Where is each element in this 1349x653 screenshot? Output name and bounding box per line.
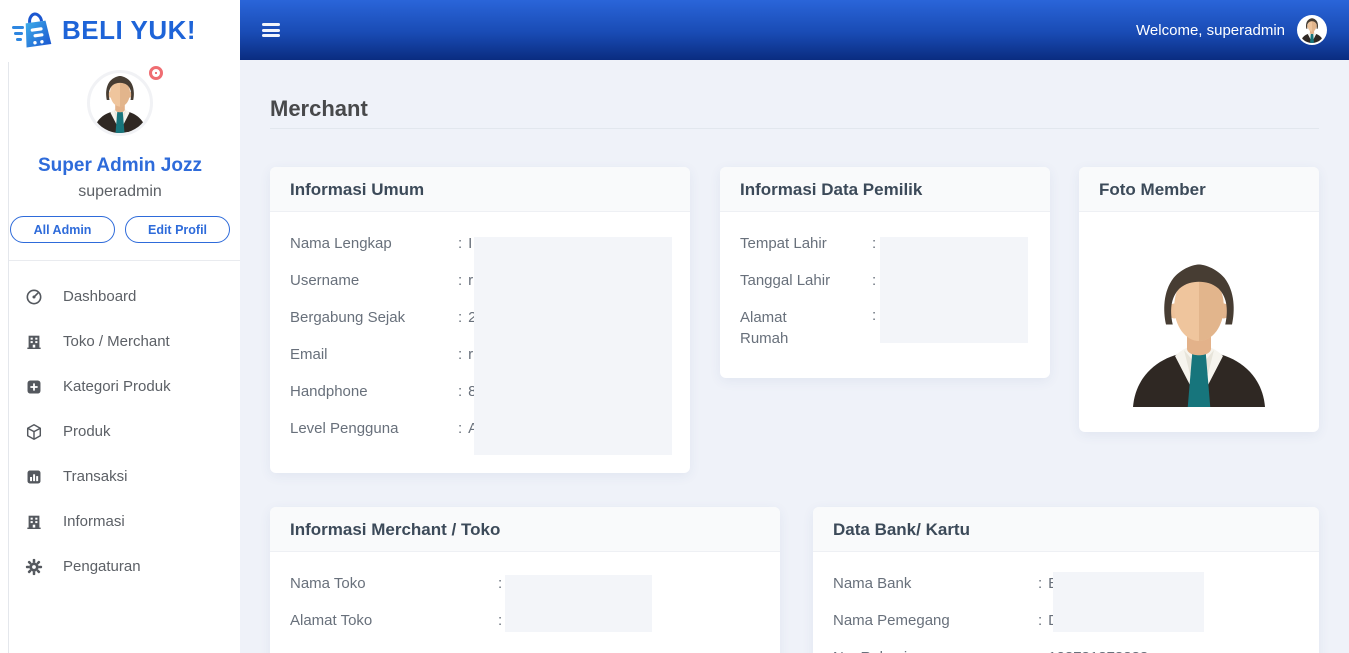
field-value: r xyxy=(468,346,474,363)
category-plus-icon xyxy=(25,378,43,396)
sidebar-item-label: Toko / Merchant xyxy=(63,333,170,350)
page-title: Merchant xyxy=(270,96,368,121)
edit-profil-button[interactable]: Edit Profil xyxy=(125,216,230,243)
card-title: Data Bank/ Kartu xyxy=(813,507,1319,552)
all-admin-button[interactable]: All Admin xyxy=(10,216,115,243)
dashboard-icon xyxy=(25,288,43,306)
card-title: Informasi Merchant / Toko xyxy=(270,507,780,552)
sidebar-panel: Super Admin Jozz superadmin All Admin Ed… xyxy=(0,60,240,653)
topbar: Welcome, superadmin xyxy=(240,0,1349,60)
profile-avatar xyxy=(84,66,163,142)
store-icon xyxy=(25,333,43,351)
field-value: r xyxy=(468,272,474,289)
profile-name: Super Admin Jozz xyxy=(38,155,202,176)
brand-name: BELI YUK! xyxy=(62,14,197,45)
app-root: BELI YUK! Super Admin Jozz superadmin Al… xyxy=(0,0,1349,653)
card-title: Informasi Umum xyxy=(270,167,690,212)
sidebar: BELI YUK! Super Admin Jozz superadmin Al… xyxy=(0,0,240,653)
shopping-bag-logo-icon xyxy=(12,12,52,48)
sidebar-item-label: Informasi xyxy=(63,513,125,530)
topbar-avatar[interactable] xyxy=(1297,15,1327,45)
card-title: Foto Member xyxy=(1079,167,1319,212)
card-informasi-merchant-toko: Informasi Merchant / Toko Nama Toko : Al… xyxy=(270,507,780,653)
card-foto-member: Foto Member xyxy=(1079,167,1319,432)
card-informasi-data-pemilik: Informasi Data Pemilik Tempat Lahir : Ta… xyxy=(720,167,1050,378)
sidebar-item-transaksi[interactable]: Transaksi xyxy=(0,454,240,499)
sidebar-item-informasi[interactable]: Informasi xyxy=(0,499,240,544)
redacted-value-overlay xyxy=(474,237,672,455)
sidebar-item-toko-merchant[interactable]: Toko / Merchant xyxy=(0,319,240,364)
redacted-value-overlay xyxy=(1053,572,1204,632)
sidebar-item-pengaturan[interactable]: Pengaturan xyxy=(0,544,240,589)
building-icon xyxy=(25,513,43,531)
field-row: No. Rekening : 123781878888 xyxy=(833,639,1299,653)
field-value: I xyxy=(468,235,473,252)
redacted-value-overlay xyxy=(505,575,652,632)
main-content: Merchant Informasi Umum Nama Lengkap : I… xyxy=(240,60,1349,653)
card-data-bank-kartu: Data Bank/ Kartu Nama Bank : B Nama Peme… xyxy=(813,507,1319,653)
status-badge xyxy=(149,66,163,80)
sidebar-item-label: Kategori Produk xyxy=(63,378,171,395)
profile-avatar-image xyxy=(90,73,150,133)
gear-icon xyxy=(25,558,43,576)
card-informasi-umum: Informasi Umum Nama Lengkap : I Username… xyxy=(270,167,690,473)
sidebar-item-label: Transaksi xyxy=(63,468,128,485)
field-value: 123781878888 xyxy=(1048,649,1148,653)
transactions-chart-icon xyxy=(25,468,43,486)
profile-username: superadmin xyxy=(78,183,162,200)
sidebar-item-produk[interactable]: Produk xyxy=(0,409,240,454)
sidebar-item-label: Produk xyxy=(63,423,111,440)
sidebar-menu: Dashboard Toko / Merchant Kategori Produ… xyxy=(0,261,240,589)
member-photo xyxy=(1124,232,1274,407)
sidebar-item-label: Pengaturan xyxy=(63,558,141,575)
sidebar-item-label: Dashboard xyxy=(63,288,137,305)
product-box-icon xyxy=(25,423,43,441)
sidebar-item-kategori-produk[interactable]: Kategori Produk xyxy=(0,364,240,409)
brand-logo[interactable]: BELI YUK! xyxy=(0,0,240,60)
sidebar-item-dashboard[interactable]: Dashboard xyxy=(0,274,240,319)
title-divider xyxy=(270,128,1319,129)
profile-card: Super Admin Jozz superadmin All Admin Ed… xyxy=(0,60,240,260)
welcome-text: Welcome, superadmin xyxy=(1136,21,1285,39)
card-title: Informasi Data Pemilik xyxy=(720,167,1050,212)
hamburger-menu-icon[interactable] xyxy=(262,23,280,37)
redacted-value-overlay xyxy=(880,237,1028,343)
